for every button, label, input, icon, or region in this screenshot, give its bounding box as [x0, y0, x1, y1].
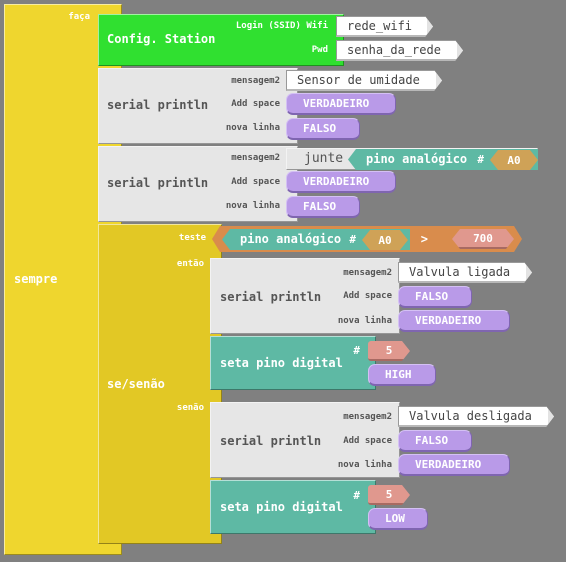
newline-label-1: nova linha	[225, 123, 280, 133]
newline-value-1[interactable]: FALSO	[286, 118, 360, 140]
digital-pin-level-then[interactable]: HIGH	[368, 364, 436, 386]
test-label: teste	[178, 233, 206, 243]
space-value-1[interactable]: VERDADEIRO	[286, 93, 396, 115]
msg-label-1: mensagem2	[231, 76, 280, 86]
space-value-then[interactable]: FALSO	[398, 286, 472, 308]
pwd-input[interactable]: senha_da_rede	[336, 40, 463, 61]
analog-pin-value-cond[interactable]: A0	[362, 230, 408, 250]
analog-pin-label-2: pino analógico	[366, 152, 468, 166]
analog-pin-hash-2: #	[477, 153, 484, 166]
msg-input-else[interactable]: Valvula desligada	[398, 406, 554, 427]
analog-pin-label-cond: pino analógico	[240, 232, 342, 246]
serial-println-title-then: serial println	[220, 290, 322, 304]
digital-pin-number-then[interactable]: 5	[368, 341, 410, 361]
space-label-else: Add space	[343, 436, 392, 446]
space-label-2: Add space	[231, 177, 280, 187]
msg-input-then[interactable]: Valvula ligada	[398, 262, 532, 283]
msg-label-2: mensagem2	[231, 153, 280, 163]
space-label-1: Add space	[231, 99, 280, 109]
newline-value-2[interactable]: FALSO	[286, 196, 360, 218]
pwd-label: Pwd	[311, 45, 328, 55]
then-label: então	[176, 259, 204, 269]
msg-input-1[interactable]: Sensor de umidade	[286, 70, 442, 91]
analog-pin-value-2[interactable]: A0	[490, 150, 538, 170]
digital-pin-title-else: seta pino digital	[220, 500, 343, 514]
digital-pin-number-else[interactable]: 5	[368, 485, 410, 505]
newline-label-2: nova linha	[225, 201, 280, 211]
sempre-label: sempre	[14, 272, 58, 286]
newline-label-else: nova linha	[337, 460, 392, 470]
compare-number[interactable]: 700	[452, 229, 514, 249]
serial-println-title-2: serial println	[107, 176, 209, 190]
compare-operator[interactable]: >	[414, 232, 428, 246]
newline-value-then[interactable]: VERDADEIRO	[398, 310, 510, 332]
newline-value-else[interactable]: VERDADEIRO	[398, 454, 510, 476]
msg-label-then: mensagem2	[343, 268, 392, 278]
digital-pin-level-else[interactable]: LOW	[368, 508, 428, 530]
newline-label-then: nova linha	[337, 316, 392, 326]
msg-label-else: mensagem2	[343, 412, 392, 422]
digital-pin-hash-then: #	[353, 344, 360, 357]
ssid-input[interactable]: rede_wifi	[336, 16, 433, 37]
config-station-title: Config. Station	[107, 32, 216, 46]
join-label: junte	[304, 151, 344, 166]
serial-println-title-1: serial println	[107, 98, 209, 112]
space-value-else[interactable]: FALSO	[398, 430, 472, 452]
else-label: senão	[176, 403, 204, 413]
if-else-title: se/senão	[107, 377, 165, 391]
space-value-2[interactable]: VERDADEIRO	[286, 171, 396, 193]
faca-label: faça	[68, 12, 90, 22]
space-label-then: Add space	[343, 291, 392, 301]
analog-pin-hash-cond: #	[349, 233, 356, 246]
serial-println-title-else: serial println	[220, 434, 322, 448]
digital-pin-title-then: seta pino digital	[220, 356, 343, 370]
digital-pin-hash-else: #	[353, 489, 360, 502]
ssid-label: Login (SSID) Wifi	[235, 21, 328, 31]
